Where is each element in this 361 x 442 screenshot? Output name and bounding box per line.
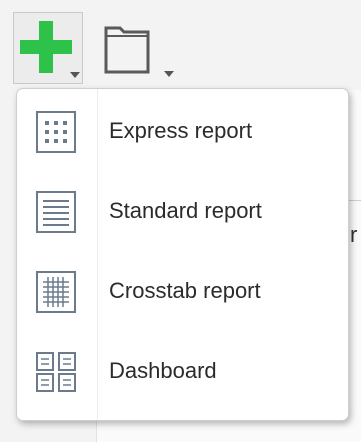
standard-report-icon <box>36 191 76 233</box>
folder-icon <box>104 26 174 77</box>
menu-item-label: Crosstab report <box>109 278 261 303</box>
toolbar <box>0 0 361 88</box>
crosstab-report-icon <box>36 271 76 313</box>
plus-icon <box>20 21 80 78</box>
open-folder-button[interactable] <box>104 18 174 84</box>
menu-item-label: Dashboard <box>109 358 217 383</box>
menu-item-crosstab-report[interactable]: Crosstab report <box>17 252 348 332</box>
background-text: r <box>350 222 358 247</box>
dashboard-icon <box>36 352 76 392</box>
menu-item-express-report[interactable]: Express report <box>17 92 348 172</box>
menu-item-label: Standard report <box>109 198 262 223</box>
menu-item-dashboard[interactable]: Dashboard <box>17 332 348 412</box>
new-report-menu: Express report Standard report Crosstab … <box>16 88 349 421</box>
add-new-button[interactable] <box>13 12 83 84</box>
menu-item-standard-report[interactable]: Standard report <box>17 172 348 252</box>
express-report-icon <box>36 111 76 153</box>
menu-item-label: Express report <box>109 118 253 143</box>
